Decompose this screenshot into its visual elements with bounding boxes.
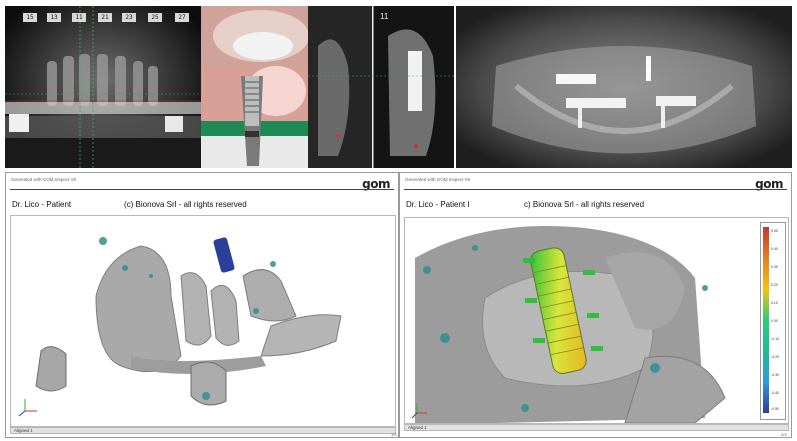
scale-label: 0.20 bbox=[771, 283, 778, 287]
scale-label: 0.00 bbox=[771, 319, 778, 323]
patient-title: Dr. Lico - Patient I bbox=[406, 200, 470, 209]
tooth-label: 11 bbox=[72, 13, 86, 22]
page-number: 2/3 bbox=[781, 432, 787, 437]
scale-label: -0.20 bbox=[771, 355, 779, 359]
copyright-text: c) Bionova Srl - all rights reserved bbox=[524, 200, 645, 209]
scale-label: -0.40 bbox=[771, 391, 779, 395]
panoramic-xray-image bbox=[456, 6, 792, 168]
scale-label: -0.10 bbox=[771, 337, 779, 341]
scale-label: -0.50 bbox=[771, 407, 779, 411]
status-bar: Aligned 1 bbox=[404, 424, 789, 431]
panoramic-xray bbox=[456, 6, 792, 168]
ct-frontal-image bbox=[5, 6, 201, 168]
surgical-photo-image bbox=[201, 6, 308, 168]
color-scale-bar bbox=[763, 227, 769, 413]
tooth-label: 27 bbox=[175, 13, 189, 22]
patient-title: Dr. Lico - Patient bbox=[12, 200, 72, 209]
tooth-label: 15 bbox=[23, 13, 37, 22]
scale-label: 0.30 bbox=[771, 265, 778, 269]
tooth-label: 21 bbox=[98, 13, 112, 22]
left-report-panel: Generated with GOM Inspect V8 gom Dr. Li… bbox=[5, 172, 399, 438]
header-divider bbox=[10, 189, 394, 190]
scale-label: -0.30 bbox=[771, 373, 779, 377]
header-divider bbox=[404, 189, 787, 190]
generated-by-text: Generated with GOM Inspect V8 bbox=[405, 177, 471, 182]
scale-label: 0.50 bbox=[771, 229, 778, 233]
right-report-panel: Generated with GOM Inspect V8 gom Dr. Li… bbox=[399, 172, 792, 438]
tooth-label: 25 bbox=[148, 13, 162, 22]
scale-label: 0.40 bbox=[771, 247, 778, 251]
tooth-label: 23 bbox=[122, 13, 136, 22]
section-label: 11 bbox=[380, 12, 389, 21]
ct-cross-section: 11 bbox=[308, 6, 454, 168]
generated-by-text: Generated with GOM Inspect V8 bbox=[11, 177, 77, 182]
left-3d-scan-model bbox=[18, 237, 342, 417]
tooth-label: 13 bbox=[47, 13, 61, 22]
ct-frontal-scan: 15 13 11 21 23 25 27 bbox=[5, 6, 201, 168]
copyright-text: (c) Bionova Srl - all rights reserved bbox=[124, 200, 247, 209]
status-bar: Aligned 1 bbox=[10, 427, 396, 434]
left-3d-viewport[interactable] bbox=[10, 215, 396, 427]
right-3d-viewport[interactable]: 0.50 0.40 0.30 0.20 0.10 0.00 -0.10 -0.2… bbox=[404, 217, 789, 424]
right-3d-scan-model bbox=[405, 218, 788, 423]
scale-label: 0.10 bbox=[771, 301, 778, 305]
page-number: 1/3 bbox=[391, 432, 397, 437]
surgical-photo bbox=[201, 6, 308, 168]
deviation-color-scale: 0.50 0.40 0.30 0.20 0.10 0.00 -0.10 -0.2… bbox=[760, 222, 786, 420]
ct-cross-section-image bbox=[308, 6, 454, 168]
